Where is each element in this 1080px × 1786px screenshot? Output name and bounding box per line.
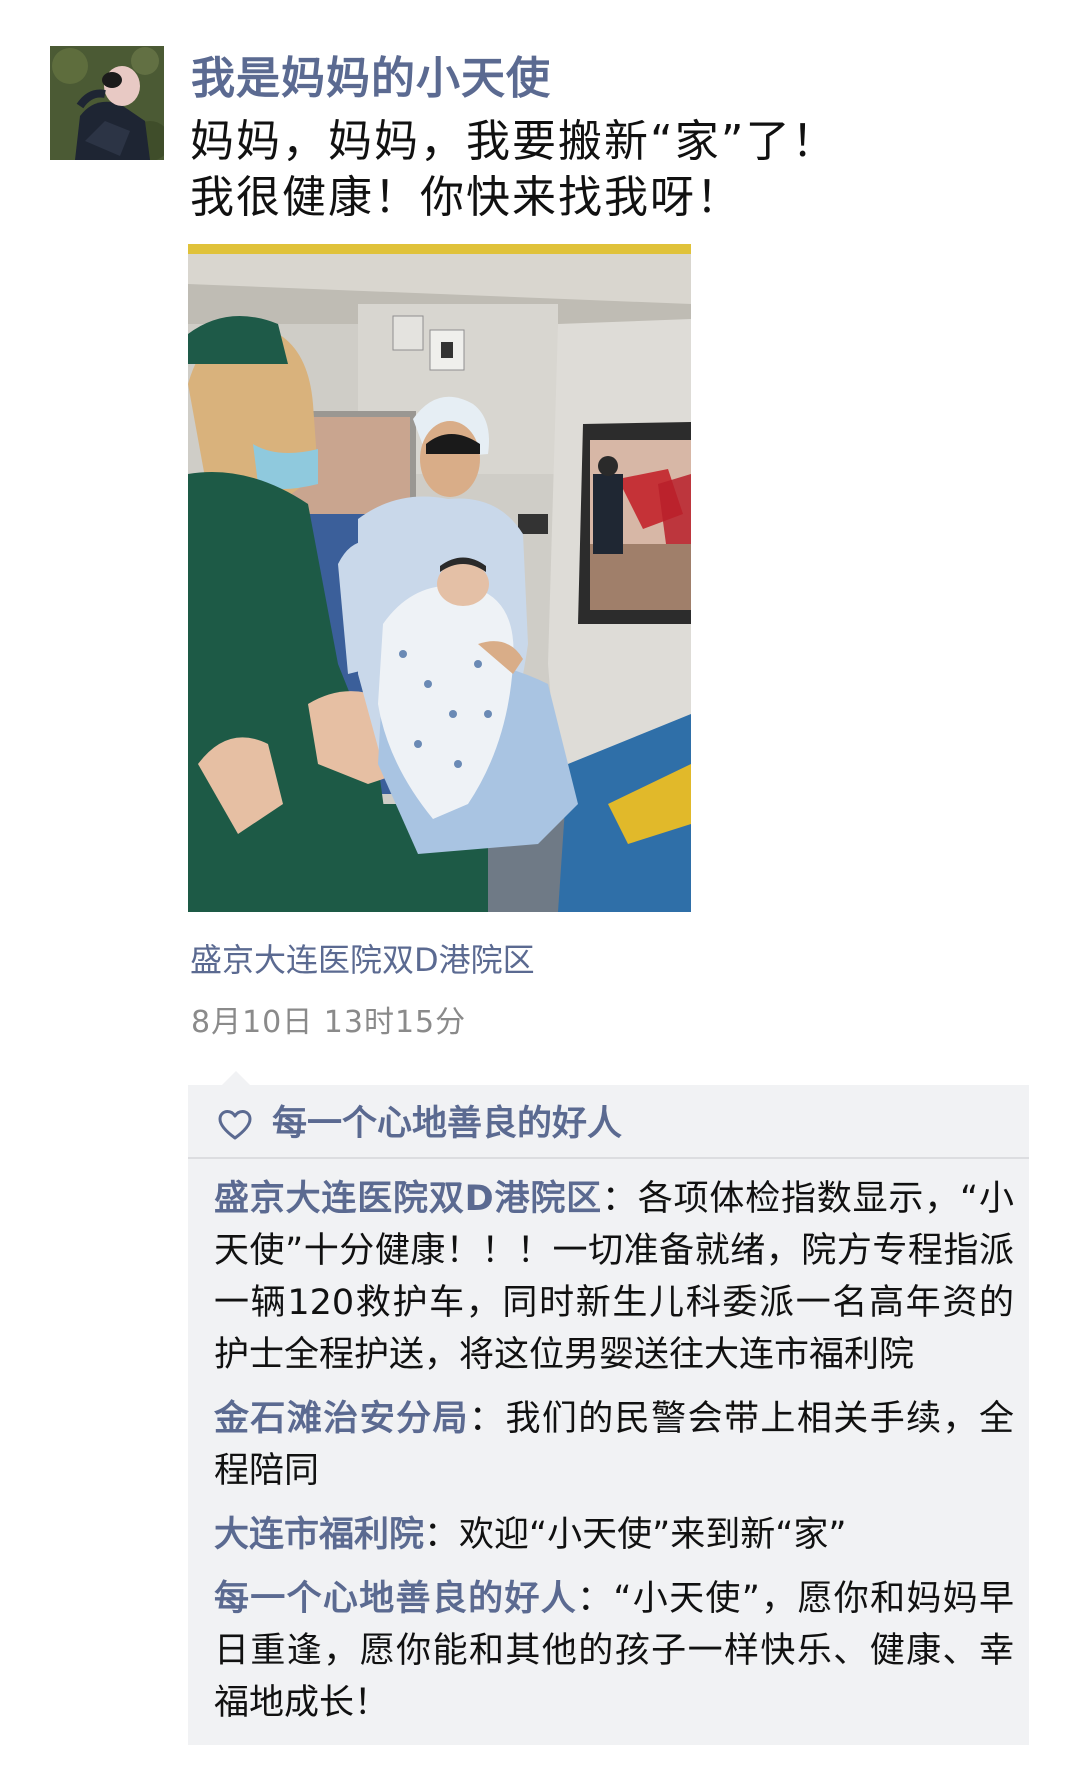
comment-list: 盛京大连医院双D港院区：各项体检指数显示，“小天使”十分健康！！！一切准备就绪，… (214, 1173, 1014, 1741)
post-photo[interactable] (188, 244, 691, 912)
comment-author[interactable]: 大连市福利院 (214, 1515, 424, 1555)
liker-name[interactable]: 每一个心地善良的好人 (272, 1095, 622, 1146)
comment-item[interactable]: 大连市福利院：欢迎“小天使”来到新“家” (214, 1509, 1014, 1561)
comment-text: 欢迎“小天使”来到新“家” (459, 1515, 847, 1555)
ambulance-interior-photo (188, 244, 691, 912)
avatar-image (50, 46, 164, 160)
comment-item[interactable]: 每一个心地善良的好人：“小天使”，愿你和妈妈早日重逢，愿你能和其他的孩子一样快乐… (214, 1573, 1014, 1729)
author-avatar[interactable] (50, 46, 164, 160)
comment-separator: ： (469, 1399, 506, 1439)
heart-outline-icon (218, 1110, 252, 1140)
comment-author[interactable]: 盛京大连医院双D港院区 (214, 1179, 602, 1219)
post-timestamp: 8月10日 13时15分 (191, 1005, 467, 1040)
comment-separator: ： (424, 1515, 460, 1555)
likes-row: 每一个心地善良的好人 (188, 1085, 1029, 1159)
comment-item[interactable]: 盛京大连医院双D港院区：各项体检指数显示，“小天使”十分健康！！！一切准备就绪，… (214, 1173, 1014, 1381)
comments-panel: 每一个心地善良的好人 盛京大连医院双D港院区：各项体检指数显示，“小天使”十分健… (188, 1085, 1029, 1745)
comment-separator: ： (577, 1579, 614, 1619)
panel-notch (222, 1071, 250, 1085)
comment-separator: ： (601, 1179, 638, 1219)
post-text-line: 妈妈，妈妈，我要搬新“家”了！ (190, 116, 838, 167)
post-text-line: 我很健康！你快来找我呀！ (190, 172, 742, 223)
post-content: 妈妈，妈妈，我要搬新“家”了！ 我很健康！你快来找我呀！ (190, 114, 838, 226)
moments-post: 我是妈妈的小天使 妈妈，妈妈，我要搬新“家”了！ 我很健康！你快来找我呀！ 盛京… (0, 0, 1080, 1786)
author-name[interactable]: 我是妈妈的小天使 (191, 42, 551, 106)
location-link[interactable]: 盛京大连医院双D港院区 (190, 935, 535, 981)
comment-item[interactable]: 金石滩治安分局：我们的民警会带上相关手续，全程陪同 (214, 1393, 1014, 1497)
comment-author[interactable]: 每一个心地善良的好人 (214, 1579, 577, 1619)
comment-author[interactable]: 金石滩治安分局 (214, 1399, 469, 1439)
